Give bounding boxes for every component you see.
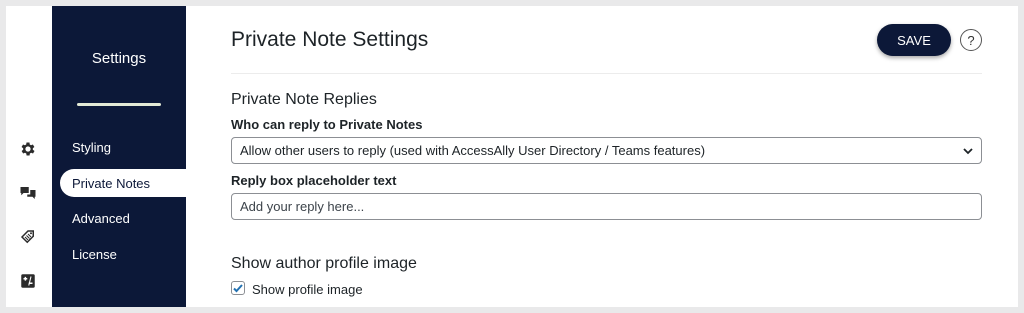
chat-bubbles-icon[interactable] (18, 183, 38, 203)
icon-rail (6, 6, 52, 307)
checkmark-icon (233, 284, 243, 293)
who-can-reply-select[interactable]: Allow other users to reply (used with Ac… (231, 137, 982, 164)
nav-item-advanced[interactable]: Advanced (60, 204, 186, 232)
who-can-reply-label: Who can reply to Private Notes (231, 117, 423, 132)
replies-section-title: Private Note Replies (231, 91, 377, 108)
nav-item-styling[interactable]: Styling (60, 133, 186, 161)
gear-icon[interactable] (18, 139, 38, 159)
nav-title: Settings (91, 50, 147, 67)
settings-frame: Settings Styling Private Notes Advanced … (6, 6, 1018, 307)
help-button[interactable]: ? (960, 29, 982, 51)
nav-item-license[interactable]: License (60, 240, 186, 268)
show-profile-image-checkbox[interactable] (231, 281, 245, 295)
save-button[interactable]: SAVE (877, 24, 951, 56)
page-title: Private Note Settings (231, 28, 429, 51)
settings-nav: Settings Styling Private Notes Advanced … (52, 6, 186, 307)
placeholder-text-label: Reply box placeholder text (231, 173, 397, 188)
nav-item-private-notes[interactable]: Private Notes (60, 169, 186, 197)
plus-minus-icon[interactable] (18, 271, 38, 291)
profile-section-title: Show author profile image (231, 255, 417, 272)
main-content: Private Note Settings SAVE ? Private Not… (186, 6, 1018, 307)
show-profile-image-label[interactable]: Show profile image (252, 282, 363, 297)
placeholder-text-input[interactable] (231, 193, 982, 220)
nav-title-underline (77, 103, 161, 106)
tag-icon[interactable] (18, 227, 38, 247)
header-divider (231, 73, 982, 74)
who-can-reply-value: Allow other users to reply (used with Ac… (240, 143, 706, 158)
chevron-down-icon (963, 148, 973, 155)
